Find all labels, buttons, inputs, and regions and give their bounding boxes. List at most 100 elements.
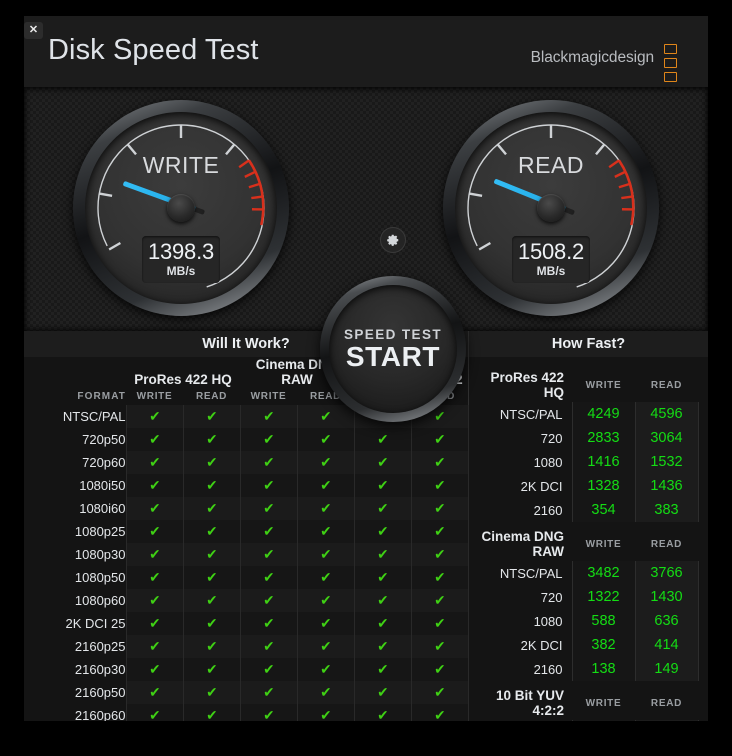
format-label: 2160p30: [74, 662, 126, 677]
check-icon: ✔: [376, 660, 389, 677]
check-icon-cell: ✔: [410, 589, 469, 612]
read-speed-value: 1532: [634, 450, 699, 474]
check-icon: ✔: [205, 545, 218, 562]
check-icon: ✔: [262, 683, 275, 700]
how-fast-panel: How Fast? ProRes 422 HQ WRITE READ NTSC/PAL…: [469, 331, 708, 740]
format-label: 1080i60: [79, 501, 126, 516]
check-icon: ✔: [376, 637, 389, 654]
check-icon: ✔: [433, 591, 446, 608]
how-fast-title: How Fast?: [469, 331, 708, 357]
check-icon-cell: ✔: [125, 543, 183, 566]
check-icon: ✔: [433, 407, 446, 424]
check-icon-cell: ✔: [353, 612, 412, 635]
write-speed-value: 588: [571, 609, 635, 633]
how-fast-section-header: Cinema DNG RAW WRITE READ: [473, 522, 698, 561]
resolution-label: 720: [540, 430, 563, 446]
check-icon: ✔: [433, 683, 446, 700]
check-icon-cell: ✔: [353, 451, 412, 474]
read-speed-value: 383: [634, 498, 699, 522]
settings-button[interactable]: [380, 227, 406, 253]
check-icon-cell: ✔: [239, 635, 298, 658]
check-icon-cell: ✔: [296, 451, 355, 474]
check-icon: ✔: [148, 522, 161, 539]
check-icon-cell: ✔: [353, 658, 412, 681]
write-speed-value: 1416: [571, 450, 635, 474]
write-speed-value: 382: [571, 633, 635, 657]
check-icon: ✔: [433, 499, 446, 516]
check-icon: ✔: [433, 545, 446, 562]
check-icon-cell: ✔: [182, 543, 241, 566]
check-icon-cell: ✔: [410, 635, 469, 658]
how-fast-column-write: WRITE: [585, 538, 622, 550]
check-icon: ✔: [433, 568, 446, 585]
check-icon-cell: ✔: [296, 681, 355, 704]
check-icon: ✔: [148, 499, 161, 516]
check-icon-cell: ✔: [410, 520, 469, 543]
check-icon: ✔: [319, 706, 332, 723]
how-fast-section-header: 10 Bit YUV 4:2:2 WRITE READ: [473, 681, 698, 720]
sub-header-read: READ: [195, 390, 228, 402]
write-speed-value: 1328: [571, 474, 635, 498]
table-row: 720 1322 1430: [473, 585, 699, 609]
table-row: 2K DCI 25 ✔ ✔ ✔ ✔ ✔ ✔: [24, 612, 469, 635]
check-icon: ✔: [433, 660, 446, 677]
check-icon-cell: ✔: [125, 681, 183, 704]
check-icon: ✔: [376, 591, 389, 608]
window-bottom-strip: [24, 721, 708, 740]
check-icon-cell: ✔: [296, 474, 355, 497]
format-label: 1080i50: [79, 478, 126, 493]
check-icon-cell: ✔: [296, 405, 355, 428]
check-icon-cell: ✔: [125, 520, 183, 543]
check-icon: ✔: [319, 453, 332, 470]
resolution-label: 2K DCI: [520, 637, 563, 653]
check-icon: ✔: [148, 683, 161, 700]
check-icon: ✔: [319, 591, 332, 608]
check-icon-cell: ✔: [182, 566, 241, 589]
write-gauge: WRITE 1398.3 MB/s: [73, 100, 289, 316]
write-speed-value: 354: [571, 498, 635, 522]
check-icon: ✔: [205, 706, 218, 723]
check-icon-cell: ✔: [125, 635, 183, 658]
close-button[interactable]: ✕: [24, 22, 43, 39]
check-icon-cell: ✔: [296, 589, 355, 612]
check-icon-cell: ✔: [410, 428, 469, 451]
check-icon: ✔: [319, 545, 332, 562]
page-title: Disk Speed Test: [48, 34, 259, 66]
read-speed-value: 636: [634, 609, 699, 633]
check-icon: ✔: [262, 453, 275, 470]
check-icon: ✔: [148, 476, 161, 493]
read-unit: MB/s: [536, 264, 566, 279]
check-icon-cell: ✔: [353, 474, 412, 497]
check-icon: ✔: [205, 614, 218, 631]
read-speed-value: 1430: [634, 585, 699, 609]
format-label: 2160p50: [74, 685, 126, 700]
check-icon: ✔: [205, 453, 218, 470]
table-row: 1080 588 636: [473, 609, 699, 633]
check-icon: ✔: [262, 499, 275, 516]
speed-test-start-button[interactable]: SPEED TEST START: [320, 276, 466, 422]
write-readout: 1398.3 MB/s: [142, 236, 220, 284]
check-icon-cell: ✔: [353, 497, 412, 520]
check-icon: ✔: [319, 683, 332, 700]
check-icon: ✔: [205, 522, 218, 539]
table-row: 1080p50 ✔ ✔ ✔ ✔ ✔ ✔: [24, 566, 469, 589]
check-icon-cell: ✔: [353, 589, 412, 612]
check-icon-cell: ✔: [410, 681, 469, 704]
read-speed-value: 4596: [634, 402, 699, 426]
check-icon: ✔: [205, 476, 218, 493]
check-icon: ✔: [376, 476, 389, 493]
check-icon-cell: ✔: [353, 543, 412, 566]
check-icon: ✔: [262, 476, 275, 493]
table-row: 2160p25 ✔ ✔ ✔ ✔ ✔ ✔: [24, 635, 469, 658]
check-icon-cell: ✔: [353, 428, 412, 451]
check-icon: ✔: [376, 545, 389, 562]
check-icon-cell: ✔: [182, 451, 241, 474]
check-icon-cell: ✔: [125, 497, 183, 520]
start-button-caption: SPEED TEST: [343, 327, 443, 342]
check-icon: ✔: [205, 637, 218, 654]
format-column-header: FORMAT: [77, 390, 126, 402]
check-icon: ✔: [376, 568, 389, 585]
check-icon: ✔: [319, 568, 332, 585]
check-icon: ✔: [148, 407, 161, 424]
check-icon-cell: ✔: [182, 405, 241, 428]
